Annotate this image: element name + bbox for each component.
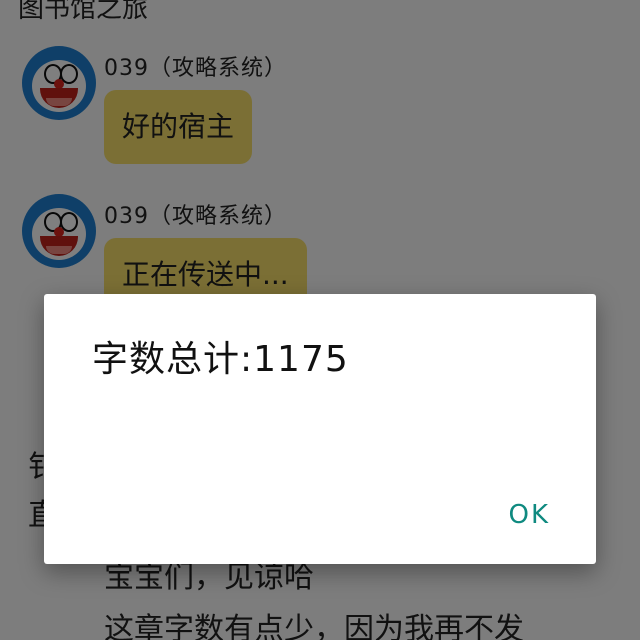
dialog-message: 字数总计:1175	[92, 339, 349, 380]
screen: 图书馆之旅 039（攻略系统） 好的宿主 039（攻略系统） 正在传送中... …	[0, 0, 640, 640]
ok-button[interactable]: OK	[500, 496, 558, 534]
word-count-dialog: 字数总计:1175 OK	[44, 294, 596, 564]
